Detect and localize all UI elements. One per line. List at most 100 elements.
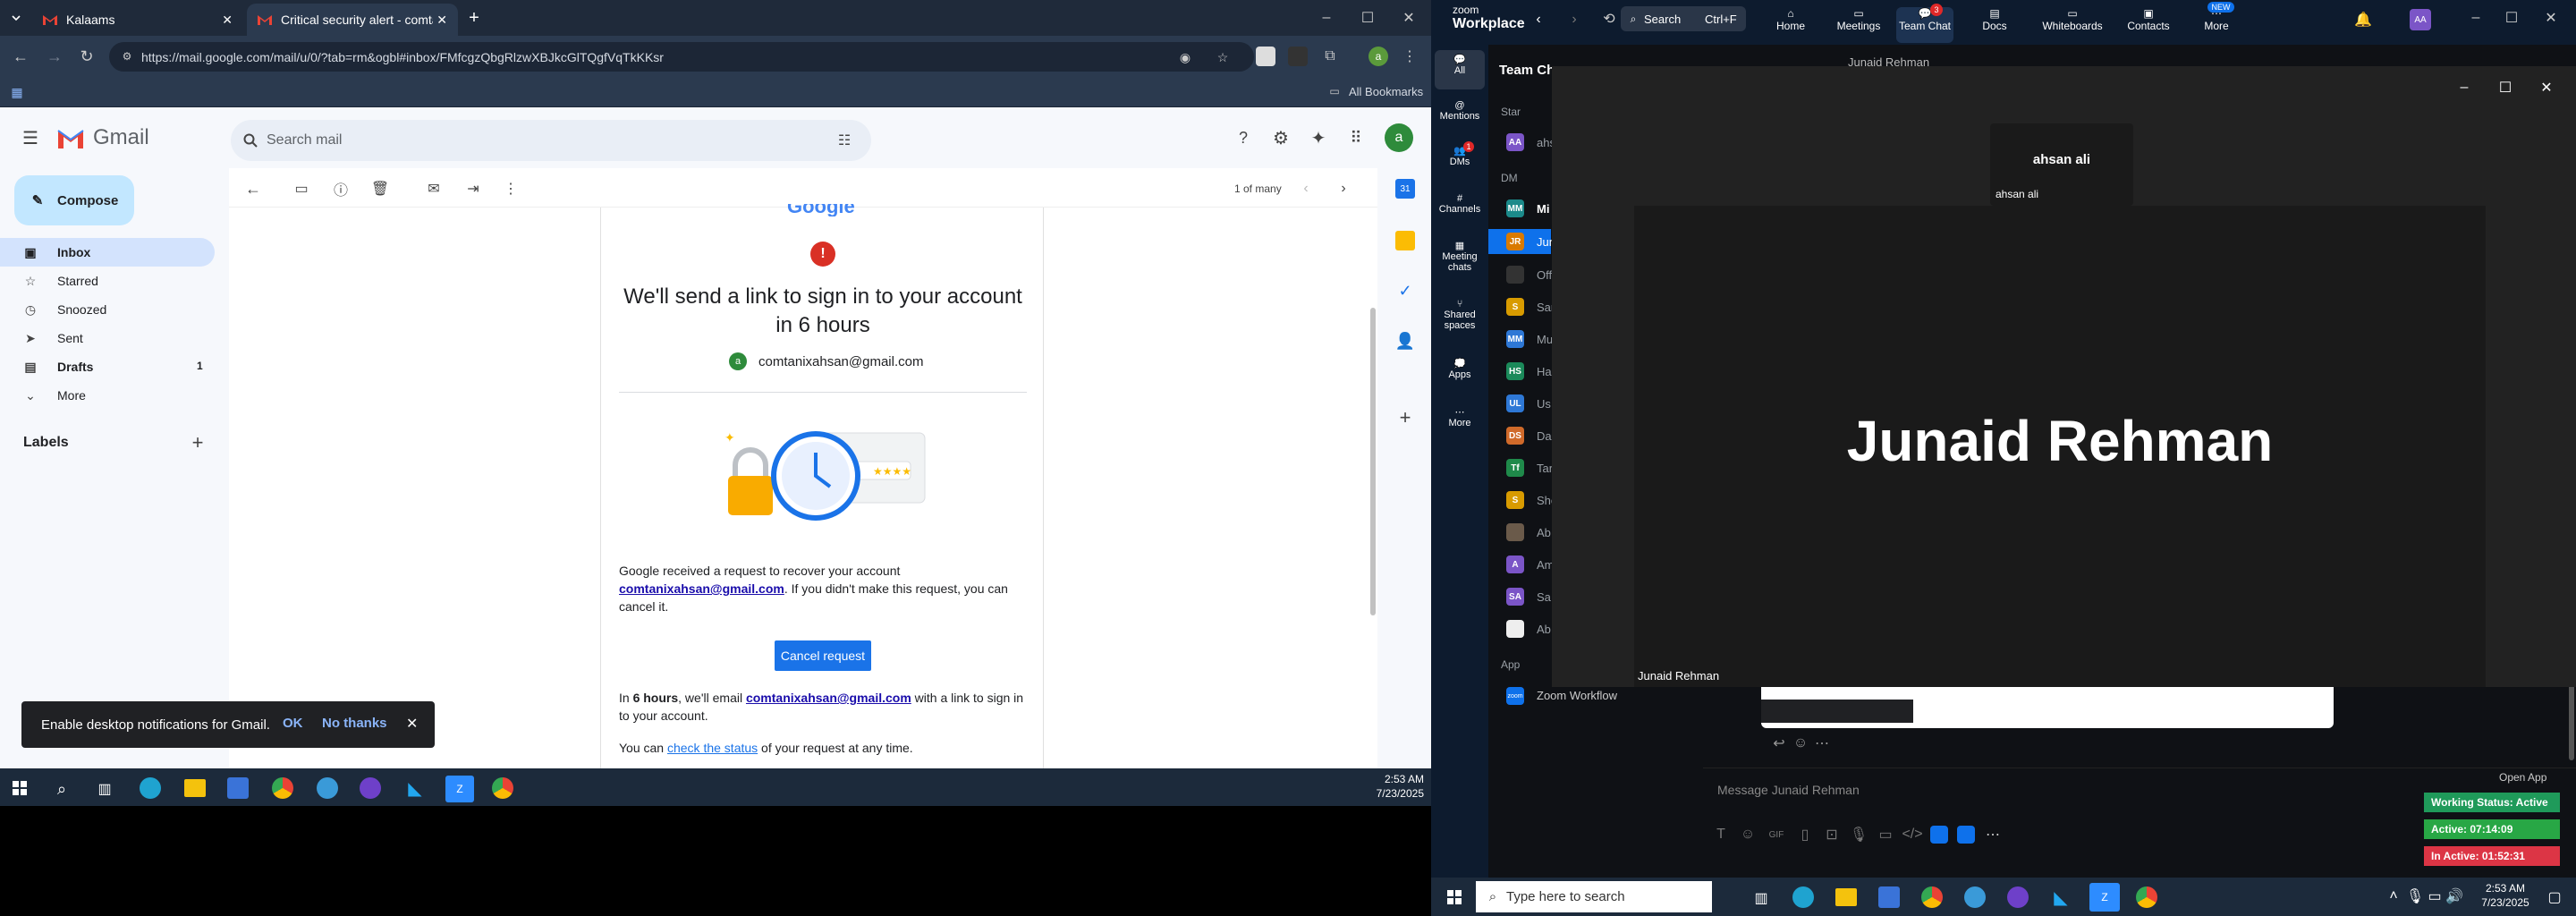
contact-item[interactable]: DS Da: [1488, 424, 1552, 447]
move-to-icon[interactable]: ⇥: [463, 179, 483, 199]
nav-contacts[interactable]: ▣ Contacts: [2120, 7, 2177, 43]
check-status-link[interactable]: check the status: [667, 741, 758, 755]
taskbar-search-input[interactable]: ⌕ Type here to search: [1476, 881, 1712, 912]
github-icon[interactable]: [360, 777, 381, 799]
sidebar-item-channels[interactable]: # Channels: [1431, 193, 1488, 215]
back-icon[interactable]: ‹: [1530, 11, 1547, 29]
chrome-icon[interactable]: [2136, 886, 2157, 908]
all-bookmarks-link[interactable]: All Bookmarks: [1349, 85, 1423, 98]
sidebar-item-drafts[interactable]: ▤ Drafts 1: [0, 352, 215, 381]
sidebar-item-snoozed[interactable]: ◷ Snoozed: [0, 295, 215, 324]
next-page-icon[interactable]: ›: [1335, 179, 1352, 199]
close-icon[interactable]: ✕: [406, 715, 418, 733]
google-apps-icon[interactable]: ⠿: [1345, 127, 1367, 148]
back-icon[interactable]: ←: [11, 47, 30, 66]
contact-item[interactable]: S Sar: [1488, 295, 1555, 318]
maximize-window-icon[interactable]: ☐: [2496, 79, 2514, 97]
video-message-icon[interactable]: ▭: [1877, 826, 1894, 844]
close-tab-icon[interactable]: ✕: [222, 13, 233, 28]
shared-image-preview[interactable]: [1761, 687, 2334, 728]
zoom-taskbar-icon[interactable]: Z: [2089, 883, 2120, 912]
reload-icon[interactable]: ↻: [77, 47, 97, 66]
extension-icon[interactable]: [1256, 47, 1275, 66]
menu-kebab-icon[interactable]: ⋮: [1401, 47, 1419, 66]
more-options-icon[interactable]: ⋮: [501, 179, 521, 199]
archive-icon[interactable]: ▭: [292, 179, 311, 199]
section-apps[interactable]: App: [1501, 658, 1520, 671]
contact-item[interactable]: AA ahs: [1488, 131, 1555, 154]
maximize-window-icon[interactable]: ☐: [2501, 9, 2522, 27]
sidebar-item-apps[interactable]: 💭 Apps: [1431, 358, 1488, 380]
maximize-window-icon[interactable]: ☐: [1356, 9, 1379, 27]
edge-icon[interactable]: [1792, 886, 1814, 908]
contact-item[interactable]: HS Ha: [1488, 360, 1552, 383]
contact-item[interactable]: Off: [1488, 263, 1552, 286]
sidebar-item-meeting-chats[interactable]: ▦ Meeting chats: [1431, 240, 1488, 273]
contact-item-selected[interactable]: JR Jun: [1488, 229, 1555, 254]
zoom-search-input[interactable]: ⌕ Search Ctrl+F: [1621, 6, 1746, 31]
task-view-icon[interactable]: ▥: [1751, 888, 1771, 908]
gemini-sparkle-icon[interactable]: ✦: [1308, 127, 1329, 148]
active-speaker-tile[interactable]: Junaid Rehman Junaid Rehman: [1634, 206, 2486, 687]
scrollbar-thumb[interactable]: [1370, 308, 1376, 615]
emoji-icon[interactable]: ☺: [1792, 735, 1809, 751]
contact-item[interactable]: SA Sa: [1488, 585, 1551, 608]
sidebar-item-dms[interactable]: 👥 DMs 1: [1431, 141, 1488, 167]
settings-gear-icon[interactable]: ⚙: [1270, 127, 1292, 148]
network-icon[interactable]: ▭: [2428, 888, 2442, 904]
get-addons-icon[interactable]: +: [1395, 406, 1415, 428]
contact-item[interactable]: MM Mi: [1488, 197, 1551, 220]
store-icon[interactable]: [1878, 886, 1900, 908]
sidebar-item-inbox[interactable]: ▣ Inbox: [0, 238, 215, 267]
extensions-puzzle-icon[interactable]: ⧉: [1320, 47, 1340, 66]
bell-icon[interactable]: 🔔: [2354, 11, 2372, 29]
sidebar-item-shared-spaces[interactable]: ⑂ Shared spaces: [1431, 299, 1488, 331]
extension-icon[interactable]: [1288, 47, 1308, 66]
main-menu-icon[interactable]: ☰: [20, 127, 41, 148]
chrome-icon[interactable]: [272, 777, 293, 799]
vscode-icon[interactable]: ◣: [2050, 886, 2072, 908]
more-icon[interactable]: ⋯: [1814, 735, 1830, 751]
more-icon[interactable]: ⋯: [1984, 826, 2002, 844]
section-dms[interactable]: DM: [1501, 172, 1518, 184]
nav-whiteboards[interactable]: ▭ Whiteboards: [2039, 7, 2106, 43]
nav-meetings[interactable]: ▭ Meetings: [1830, 7, 1887, 43]
contact-item[interactable]: Tf Tar: [1488, 456, 1553, 479]
prev-page-icon[interactable]: ‹: [1297, 179, 1315, 199]
contacts-icon[interactable]: 👤: [1395, 331, 1415, 351]
code-icon[interactable]: </>: [1902, 826, 1922, 844]
file-icon[interactable]: ▯: [1796, 826, 1814, 844]
vscode-icon[interactable]: ◣: [404, 777, 426, 799]
calendar-icon[interactable]: 31: [1395, 179, 1415, 199]
file-explorer-icon[interactable]: [1835, 888, 1857, 906]
github-icon[interactable]: [2007, 886, 2029, 908]
forward-icon[interactable]: →: [45, 47, 64, 66]
delete-icon[interactable]: 🗑: [370, 179, 390, 199]
volume-icon[interactable]: 🔊: [2445, 888, 2463, 904]
nav-docs[interactable]: ▤ Docs: [1966, 7, 2023, 43]
clock[interactable]: 2:53 AM 7/23/2025: [2476, 881, 2535, 910]
add-label-icon[interactable]: +: [188, 431, 208, 454]
compose-button[interactable]: ✎ Compose: [14, 175, 134, 225]
mic-icon[interactable]: 🎙: [2406, 888, 2424, 904]
chrome-icon[interactable]: [492, 777, 513, 799]
gif-icon[interactable]: GIF: [1766, 826, 1787, 844]
emoji-icon[interactable]: ☺: [1739, 826, 1757, 844]
bookmark-star-icon[interactable]: ☆: [1215, 49, 1231, 65]
nav-team-chat[interactable]: 💬 Team Chat 3: [1896, 4, 1953, 43]
minimize-window-icon[interactable]: –: [1315, 9, 1338, 27]
minimize-window-icon[interactable]: –: [2455, 79, 2473, 97]
self-video-tile[interactable]: ahsan ali ahsan ali: [1990, 123, 2133, 206]
history-icon[interactable]: ⟲: [1599, 9, 1619, 29]
report-spam-icon[interactable]: ⓘ: [331, 179, 351, 199]
zoom-workflow-item[interactable]: zoom Zoom Workflow: [1506, 685, 1649, 707]
section-starred[interactable]: Star: [1501, 106, 1521, 118]
contact-item[interactable]: UL Us: [1488, 392, 1551, 415]
sidebar-item-sent[interactable]: ➤ Sent: [0, 324, 215, 352]
sidebar-item-more[interactable]: ⋯ More: [1431, 406, 1488, 428]
action-center-icon[interactable]: ▢: [2546, 888, 2563, 906]
cancel-request-button[interactable]: Cancel request: [775, 640, 871, 671]
edge-icon[interactable]: [140, 777, 161, 799]
mark-unread-icon[interactable]: ✉: [424, 179, 444, 199]
windows-start-icon[interactable]: [11, 779, 29, 797]
